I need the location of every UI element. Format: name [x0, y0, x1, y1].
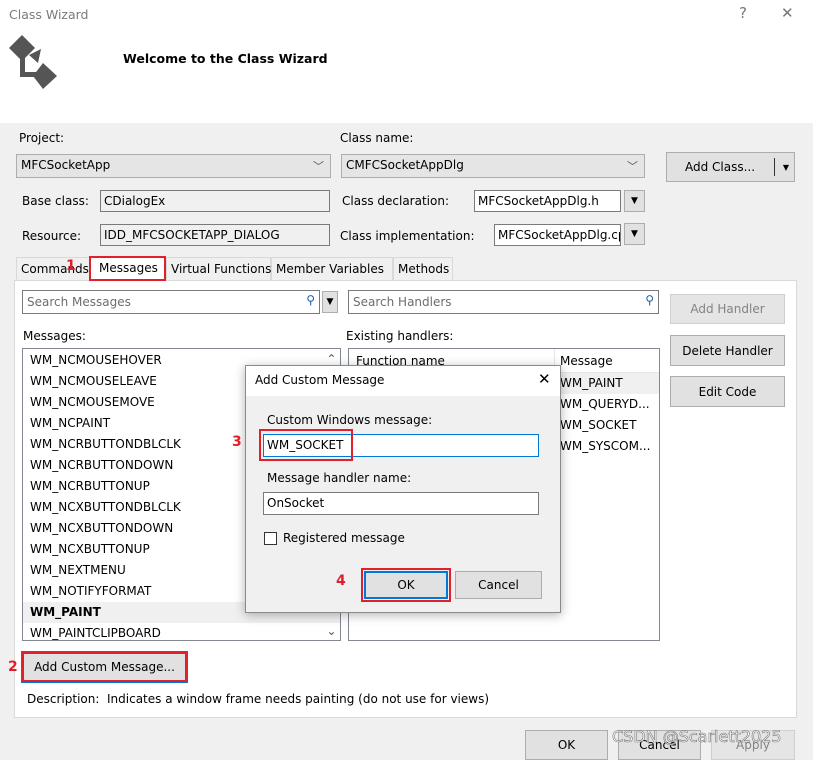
tab-commands[interactable]: Commands: [16, 257, 90, 280]
welcome-heading: Welcome to the Class Wizard: [123, 51, 328, 66]
help-button[interactable]: ?: [739, 4, 747, 22]
custom-message-label: Custom Windows message:: [267, 413, 433, 427]
add-class-button[interactable]: Add Class... ▼: [666, 152, 795, 182]
registered-message-label: Registered message: [283, 531, 405, 545]
search-placeholder: Search Handlers: [353, 295, 452, 309]
tab-messages[interactable]: Messages: [89, 256, 166, 281]
watermark: CSDN @Scarlett2025: [612, 727, 782, 747]
existing-handlers-label: Existing handlers:: [346, 329, 454, 343]
annotation-1: 1: [66, 258, 76, 274]
add-class-label: Add Class...: [685, 160, 756, 174]
edit-code-button[interactable]: Edit Code: [670, 376, 785, 407]
search-messages-dropdown[interactable]: ▼: [322, 291, 338, 313]
add-custom-message-button[interactable]: Add Custom Message...: [21, 651, 188, 683]
class-declaration-field[interactable]: MFCSocketAppDlg.h: [474, 190, 621, 212]
search-handlers-input[interactable]: Search Handlers ⚲: [348, 290, 659, 314]
tab-methods[interactable]: Methods: [393, 257, 453, 280]
delete-handler-button[interactable]: Delete Handler: [670, 335, 785, 366]
class-wizard-logo-icon: [9, 35, 57, 89]
registered-message-checkbox[interactable]: [264, 532, 277, 545]
dialog-title: Add Custom Message: [255, 373, 385, 387]
tab-member-variables[interactable]: Member Variables: [271, 257, 393, 280]
tab-virtual-functions[interactable]: Virtual Functions: [166, 257, 271, 280]
search-icon: ⚲: [306, 293, 315, 307]
add-handler-button[interactable]: Add Handler: [670, 294, 785, 324]
project-combo[interactable]: MFCSocketApp ﹀: [16, 154, 331, 178]
annotation-3: 3: [232, 434, 242, 450]
search-messages-input[interactable]: Search Messages ⚲: [22, 290, 320, 314]
class-implementation-field[interactable]: MFCSocketAppDlg.cp: [494, 224, 621, 246]
search-placeholder: Search Messages: [27, 295, 131, 309]
resource-field[interactable]: IDD_MFCSOCKETAPP_DIALOG: [100, 224, 330, 246]
messages-label: Messages:: [23, 329, 86, 343]
handler-name-input[interactable]: OnSocket: [263, 492, 539, 515]
description-label: Description:: [27, 692, 100, 706]
search-icon: ⚲: [645, 293, 654, 307]
dialog-cancel-button[interactable]: Cancel: [455, 571, 542, 599]
column-header-message[interactable]: Message: [555, 349, 613, 372]
class-name-label: Class name:: [340, 131, 414, 145]
base-class-field[interactable]: CDialogEx: [100, 190, 330, 212]
class-implementation-dropdown[interactable]: ▼: [624, 223, 645, 245]
window-title: Class Wizard: [9, 7, 89, 22]
highlight-box-3: [259, 429, 353, 461]
annotation-4: 4: [336, 573, 346, 589]
base-class-label: Base class:: [22, 194, 89, 208]
dropdown-arrow-icon[interactable]: ▼: [783, 163, 789, 172]
class-implementation-label: Class implementation:: [340, 229, 475, 243]
chevron-down-icon: ﹀: [627, 160, 638, 173]
ok-button[interactable]: OK: [525, 730, 608, 760]
class-declaration-label: Class declaration:: [342, 194, 449, 208]
class-name-combo[interactable]: CMFCSocketAppDlg ﹀: [341, 154, 645, 178]
annotation-2: 2: [8, 659, 18, 675]
description-text: Indicates a window frame needs painting …: [107, 692, 490, 706]
header-area: [0, 0, 813, 123]
class-declaration-dropdown[interactable]: ▼: [624, 190, 645, 212]
class-name-value: CMFCSocketAppDlg: [346, 158, 464, 172]
project-label: Project:: [19, 131, 65, 145]
dialog-close-icon[interactable]: ✕: [538, 370, 551, 388]
project-value: MFCSocketApp: [21, 158, 111, 172]
list-item[interactable]: WM_PAINTCLIPBOARD: [23, 623, 340, 640]
handler-name-label: Message handler name:: [267, 471, 412, 485]
add-custom-message-dialog: Add Custom Message ✕ Custom Windows mess…: [245, 365, 561, 613]
chevron-down-icon: ﹀: [313, 160, 324, 173]
close-button[interactable]: ✕: [781, 4, 794, 22]
dialog-ok-button[interactable]: OK: [364, 571, 448, 599]
resource-label: Resource:: [22, 229, 82, 243]
